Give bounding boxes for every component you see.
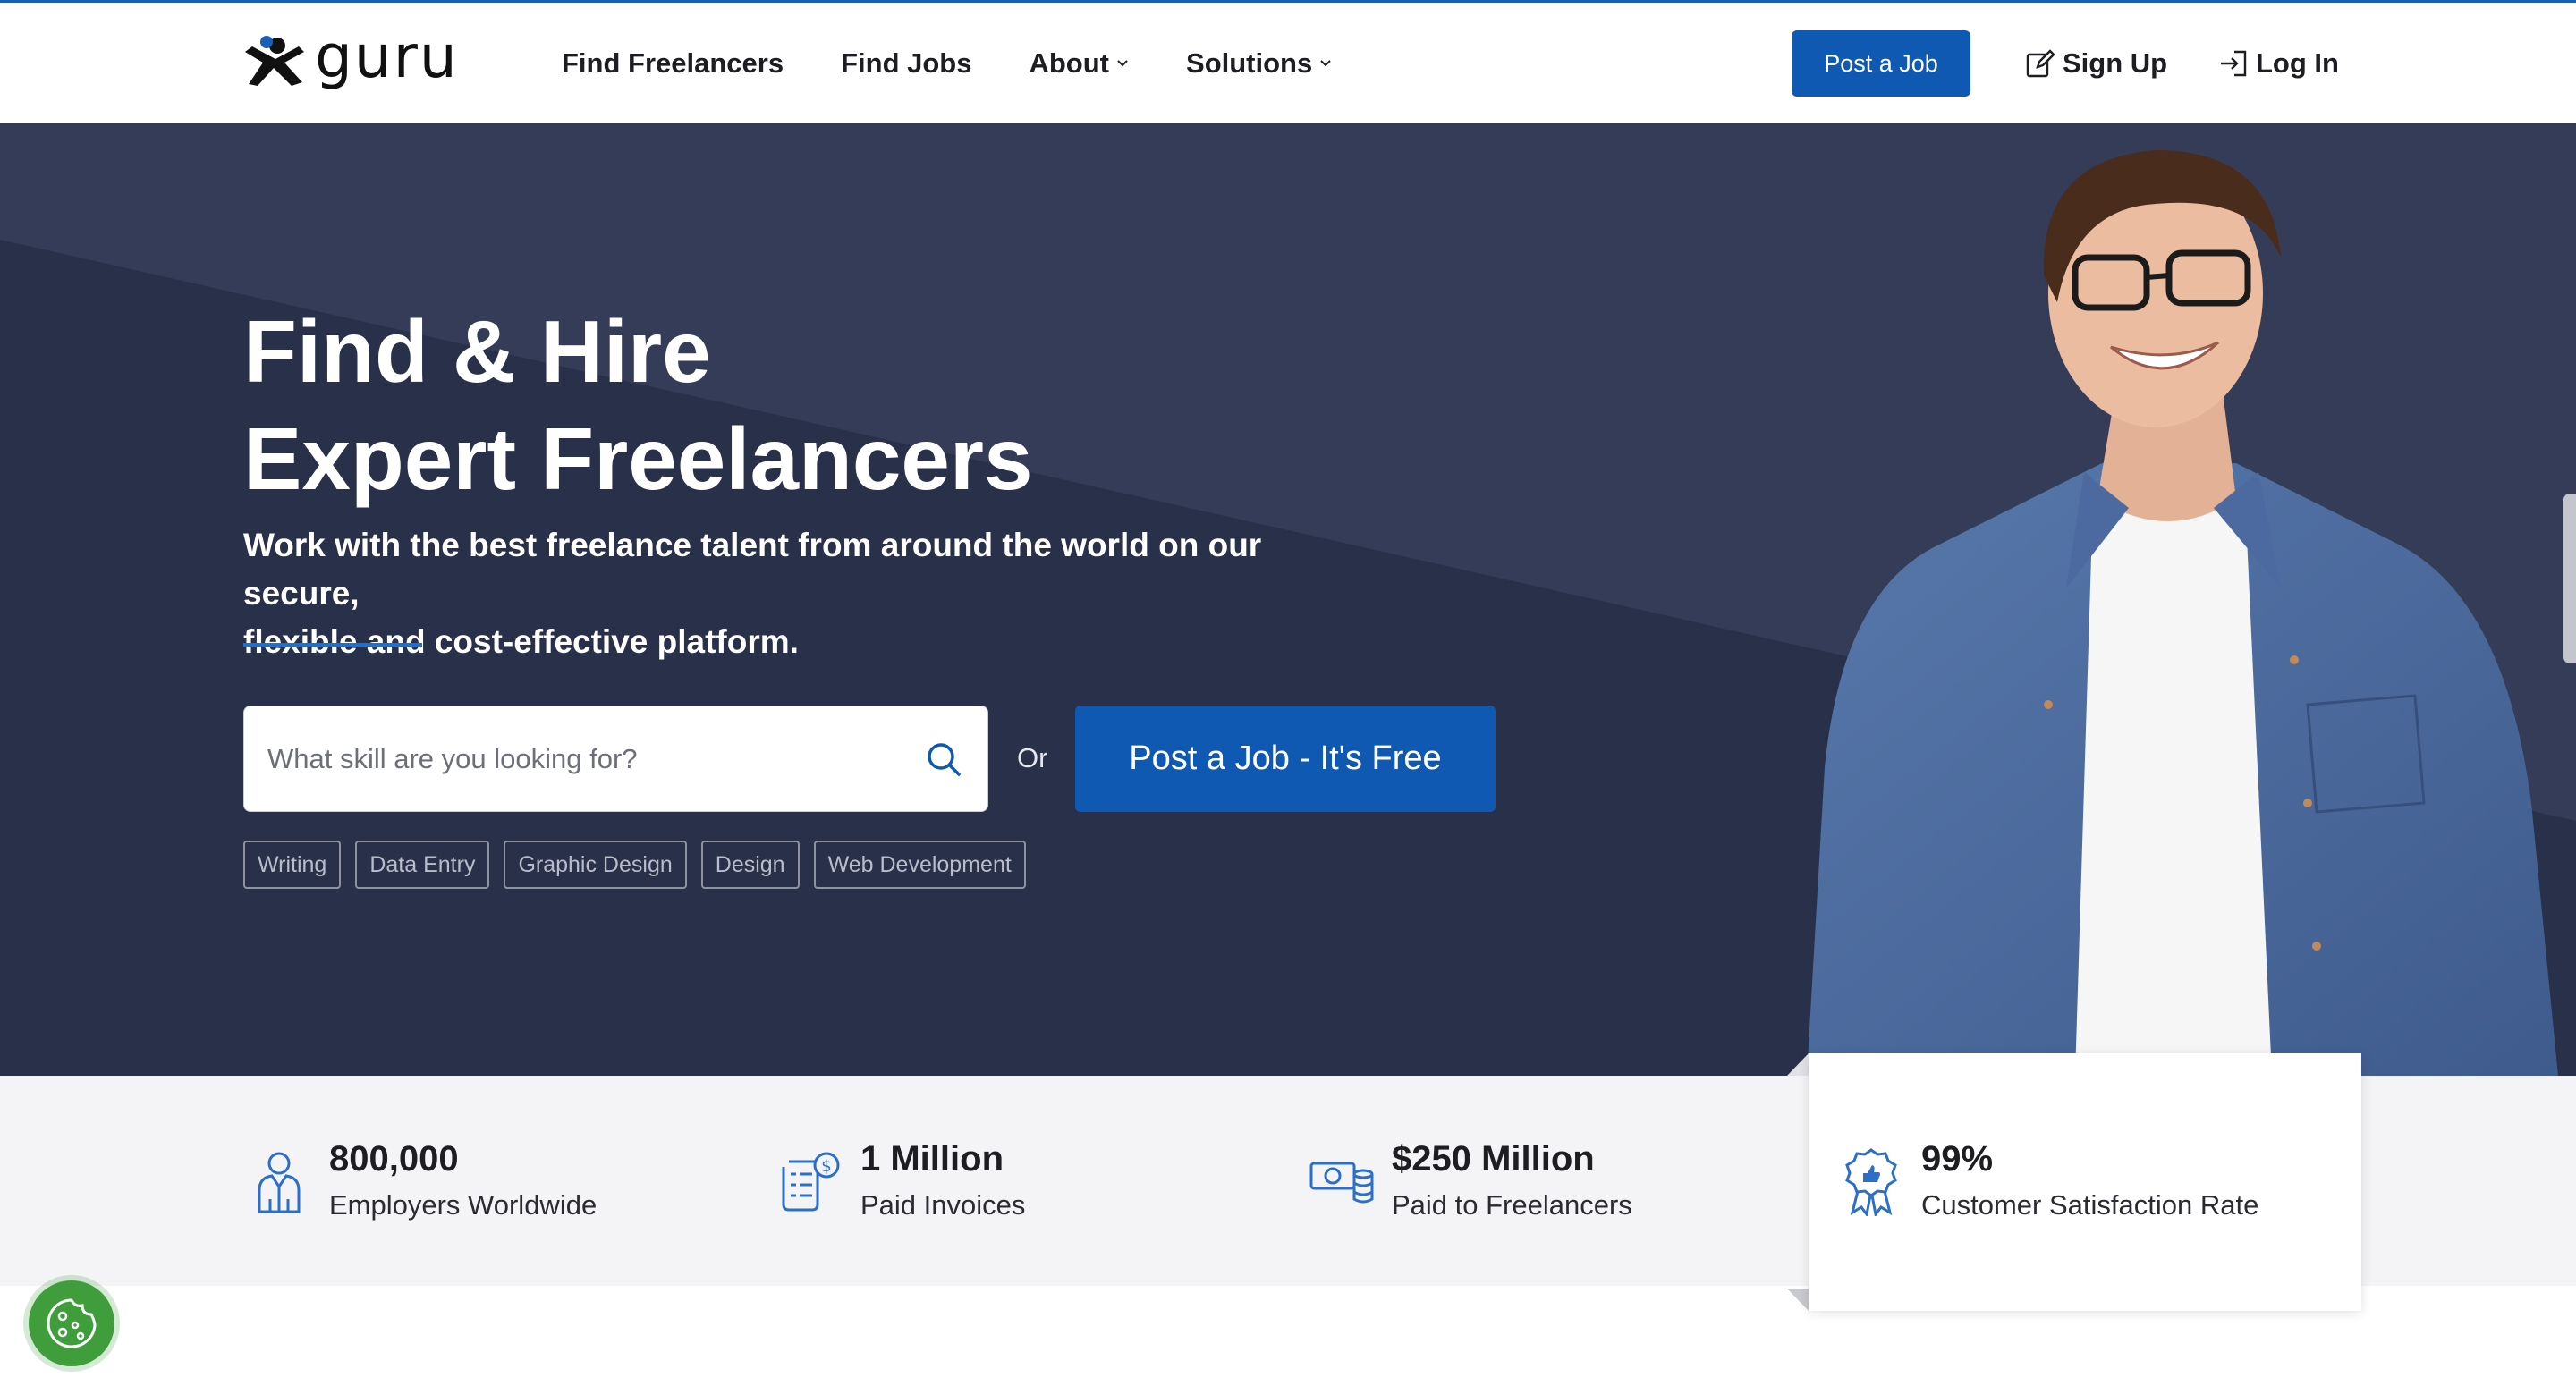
chevron-down-icon <box>1320 59 1331 66</box>
tag-writing[interactable]: Writing <box>243 841 342 889</box>
employer-icon <box>243 1145 315 1217</box>
stat-paid: $250 Million Paid to Freelancers <box>1306 1076 1632 1286</box>
stat-label: Paid to Freelancers <box>1392 1188 1632 1221</box>
hero-accent-underline <box>243 643 422 647</box>
nav-find-jobs[interactable]: Find Jobs <box>841 47 971 80</box>
post-job-free-button[interactable]: Post a Job - It's Free <box>1075 706 1496 812</box>
logo-text: guru <box>315 22 459 91</box>
stat-value: $250 Million <box>1392 1138 1595 1179</box>
sign-up-link[interactable]: Sign Up <box>2025 3 2167 123</box>
popular-skill-tags: Writing Data Entry Graphic Design Design… <box>243 841 1040 889</box>
sign-up-label: Sign Up <box>2063 46 2168 79</box>
stat-satisfaction-card: 99% Customer Satisfaction Rate <box>1809 1053 2361 1311</box>
hero-subtitle-line1: Work with the best freelance talent from… <box>243 527 1262 612</box>
edit-icon <box>2026 48 2055 77</box>
hero-title: Find & Hire Expert Freelancers <box>243 298 1032 512</box>
stat-invoices: $ 1 Million Paid Invoices <box>775 1076 1025 1286</box>
tag-web-development[interactable]: Web Development <box>813 841 1026 889</box>
stat-label: Paid Invoices <box>860 1188 1026 1221</box>
search-icon[interactable] <box>925 740 962 778</box>
site-header: guru Find Freelancers Find Jobs About So… <box>0 3 2576 123</box>
nav-label: About <box>1029 46 1110 79</box>
hero-title-line2: Expert Freelancers <box>243 410 1033 508</box>
guru-logo[interactable]: guru <box>242 22 483 92</box>
skill-search-box <box>243 706 988 812</box>
or-separator: Or <box>1017 742 1048 773</box>
hero-person-image <box>1807 150 2558 1076</box>
nav-label: Find Freelancers <box>562 46 784 79</box>
hero-title-line1: Find & Hire <box>243 302 711 401</box>
log-in-link[interactable]: Log In <box>2218 3 2339 123</box>
stat-value: 1 Million <box>860 1138 1004 1179</box>
cookie-settings-button[interactable] <box>29 1280 114 1366</box>
card-fold-bottom <box>1787 1289 1809 1311</box>
stat-label: Employers Worldwide <box>329 1188 597 1221</box>
guru-logo-icon <box>245 36 304 86</box>
stat-employers: 800,000 Employers Worldwide <box>243 1076 597 1286</box>
post-job-header-button[interactable]: Post a Job <box>1792 30 1970 97</box>
invoice-icon: $ <box>775 1145 846 1217</box>
nav-solutions[interactable]: Solutions <box>1186 47 1332 80</box>
main-nav: Find Freelancers Find Jobs About Solutio… <box>562 3 1389 123</box>
money-icon <box>1306 1145 1377 1217</box>
hero-section: Find & Hire Expert Freelancers Work with… <box>0 123 2576 1076</box>
card-fold-top <box>1787 1053 1809 1076</box>
stat-value: 99% <box>1921 1138 1994 1179</box>
stat-value: 800,000 <box>329 1138 459 1179</box>
nav-find-freelancers[interactable]: Find Freelancers <box>562 47 784 80</box>
tag-graphic-design[interactable]: Graphic Design <box>504 841 687 889</box>
tag-data-entry[interactable]: Data Entry <box>355 841 490 889</box>
hero-subtitle-line2: flexible and cost-effective platform. <box>243 623 799 660</box>
award-icon <box>1835 1145 1907 1217</box>
skill-search-input[interactable] <box>267 742 885 775</box>
nav-about[interactable]: About <box>1029 47 1129 80</box>
login-icon <box>2221 50 2247 76</box>
chevron-down-icon <box>1117 59 1128 66</box>
nav-label: Find Jobs <box>841 46 972 79</box>
svg-text:$: $ <box>821 1157 831 1176</box>
stat-satisfaction: 99% Customer Satisfaction Rate <box>1835 1076 2258 1286</box>
cookie-icon <box>47 1298 97 1348</box>
stat-label: Customer Satisfaction Rate <box>1921 1188 2259 1221</box>
scrollbar-handle[interactable] <box>2563 494 2576 663</box>
tag-design[interactable]: Design <box>700 841 800 889</box>
log-in-label: Log In <box>2256 46 2339 79</box>
nav-label: Solutions <box>1186 46 1313 79</box>
